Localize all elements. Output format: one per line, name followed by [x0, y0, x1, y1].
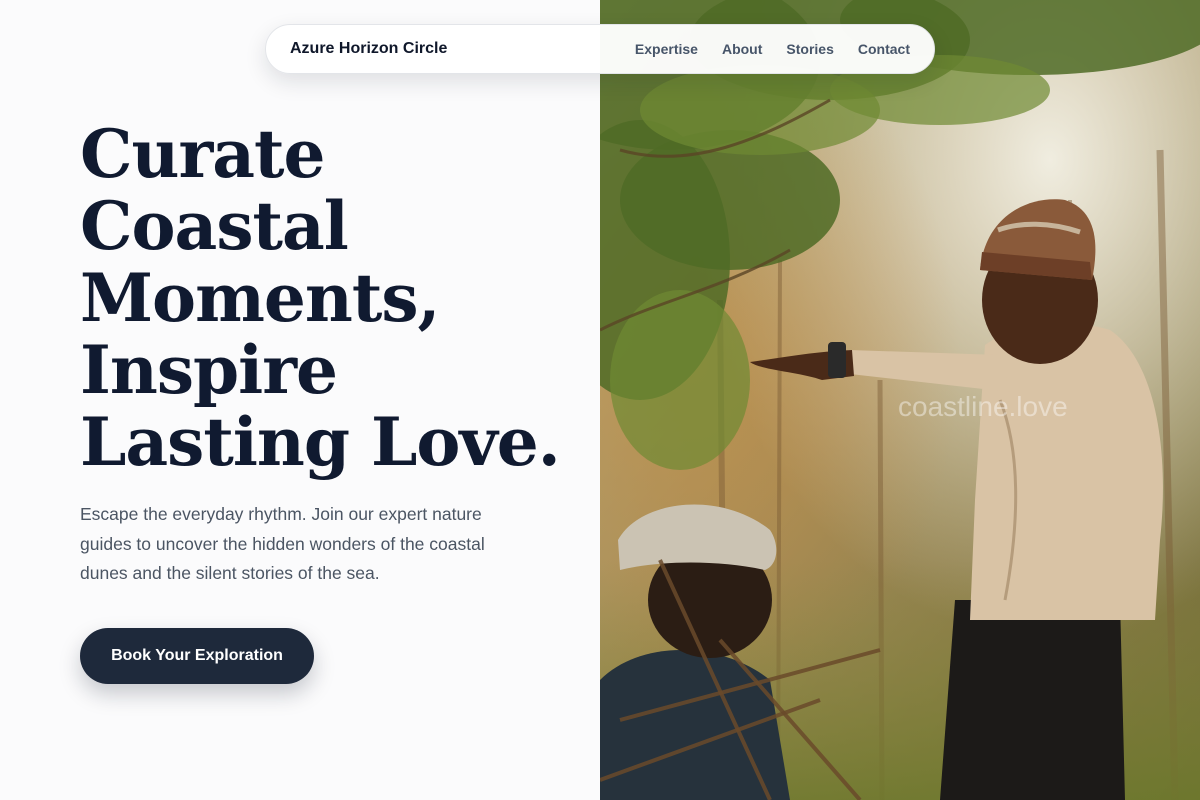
hero-left-panel: Curate Coastal Moments, Inspire Lasting …	[0, 0, 600, 800]
hero-title-line: Inspire	[80, 331, 338, 409]
photo-watermark: coastline.love	[898, 391, 1068, 422]
page: Curate Coastal Moments, Inspire Lasting …	[0, 0, 1200, 800]
nav-link-expertise[interactable]: Expertise	[635, 41, 698, 57]
hero-title-line: Curate	[80, 115, 326, 193]
nav-links: Expertise About Stories Contact	[635, 41, 910, 57]
hero-photo: coastline.love	[600, 0, 1200, 800]
top-nav: Azure Horizon Circle Expertise About Sto…	[265, 24, 935, 74]
nav-link-stories[interactable]: Stories	[786, 41, 833, 57]
hero-title-line: Moments,	[80, 259, 441, 337]
book-exploration-button[interactable]: Book Your Exploration	[80, 628, 314, 684]
hero-title-line: Coastal	[80, 187, 349, 265]
hero-description: Escape the everyday rhythm. Join our exp…	[80, 504, 485, 583]
nav-link-contact[interactable]: Contact	[858, 41, 910, 57]
hero-title: Curate Coastal Moments, Inspire Lasting …	[80, 118, 580, 478]
brand-logo[interactable]: Azure Horizon Circle	[290, 40, 447, 58]
nav-link-about[interactable]: About	[722, 41, 762, 57]
hero-title-line: Lasting Love.	[80, 403, 561, 481]
hero-photo-image: coastline.love	[600, 0, 1200, 800]
